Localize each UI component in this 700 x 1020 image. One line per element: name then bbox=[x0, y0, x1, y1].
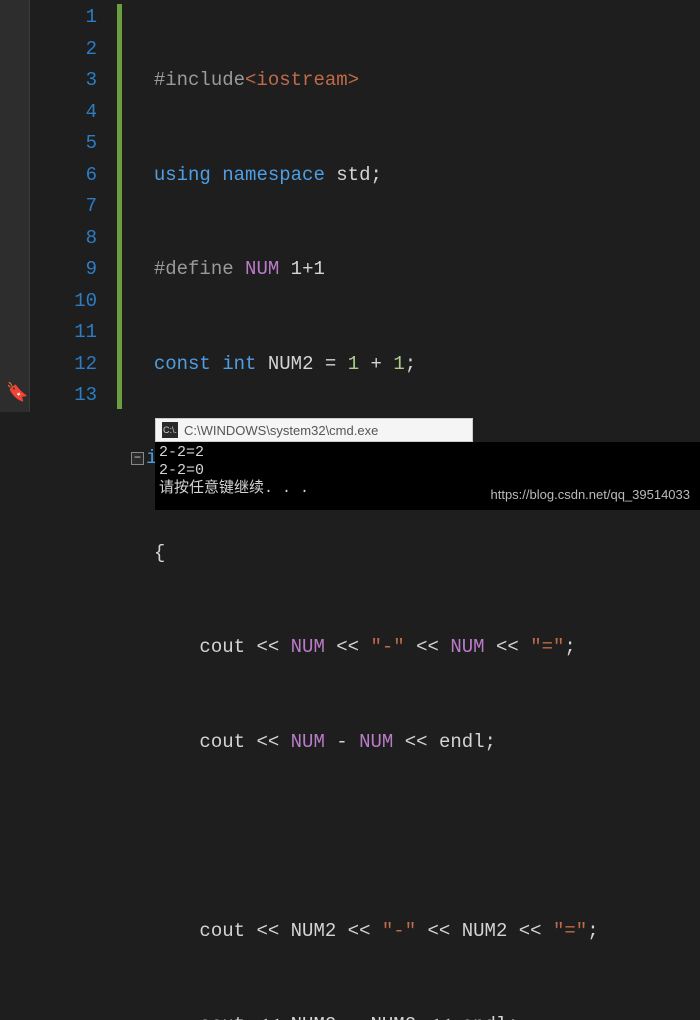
line-number[interactable]: 6 bbox=[30, 160, 97, 192]
modified-bar bbox=[117, 4, 122, 409]
fold-icon[interactable]: − bbox=[131, 452, 144, 465]
watermark: https://blog.csdn.net/qq_39514033 bbox=[491, 487, 691, 502]
line-number[interactable]: 1 bbox=[30, 2, 97, 34]
console-title: C:\WINDOWS\system32\cmd.exe bbox=[184, 423, 378, 438]
code-line: cout << NUM << "-" << NUM << "="; bbox=[131, 632, 700, 664]
line-number[interactable]: 2 bbox=[30, 34, 97, 66]
code-line: #include<iostream> bbox=[131, 65, 700, 97]
line-number[interactable]: 4 bbox=[30, 97, 97, 129]
output-line: 2-2=0 bbox=[159, 462, 696, 480]
code-line: cout << NUM2 << "-" << NUM2 << "="; bbox=[131, 916, 700, 948]
console-titlebar[interactable]: C:\. C:\WINDOWS\system32\cmd.exe bbox=[155, 418, 473, 442]
line-number[interactable]: 13 bbox=[30, 380, 97, 412]
code-editor: 🔖 1 2 3 4 5 6 7 8 9 10 11 12 13 #include… bbox=[0, 0, 700, 412]
code-line: { bbox=[131, 538, 700, 570]
line-number-gutter[interactable]: 1 2 3 4 5 6 7 8 9 10 11 12 13 bbox=[30, 0, 115, 412]
code-line bbox=[131, 821, 700, 853]
line-number[interactable]: 3 bbox=[30, 65, 97, 97]
line-number[interactable]: 12 bbox=[30, 349, 97, 381]
code-line: cout << NUM2 - NUM2 << endl; bbox=[131, 1010, 700, 1020]
line-number[interactable]: 10 bbox=[30, 286, 97, 318]
code-line: const int NUM2 = 1 + 1; bbox=[131, 349, 700, 381]
line-number[interactable]: 5 bbox=[30, 128, 97, 160]
line-number[interactable]: 9 bbox=[30, 254, 97, 286]
line-number[interactable]: 8 bbox=[30, 223, 97, 255]
line-number[interactable]: 11 bbox=[30, 317, 97, 349]
change-indicator bbox=[115, 0, 125, 412]
code-line: cout << NUM - NUM << endl; bbox=[131, 727, 700, 759]
code-line: using namespace std; bbox=[131, 160, 700, 192]
line-number[interactable]: 7 bbox=[30, 191, 97, 223]
output-line: 2-2=2 bbox=[159, 444, 696, 462]
activity-bar: 🔖 bbox=[0, 0, 30, 412]
bookmark-icon: 🔖 bbox=[6, 382, 28, 404]
code-content[interactable]: #include<iostream> using namespace std; … bbox=[125, 0, 700, 412]
code-line: #define NUM 1+1 bbox=[131, 254, 700, 286]
cmd-icon: C:\. bbox=[162, 422, 178, 438]
